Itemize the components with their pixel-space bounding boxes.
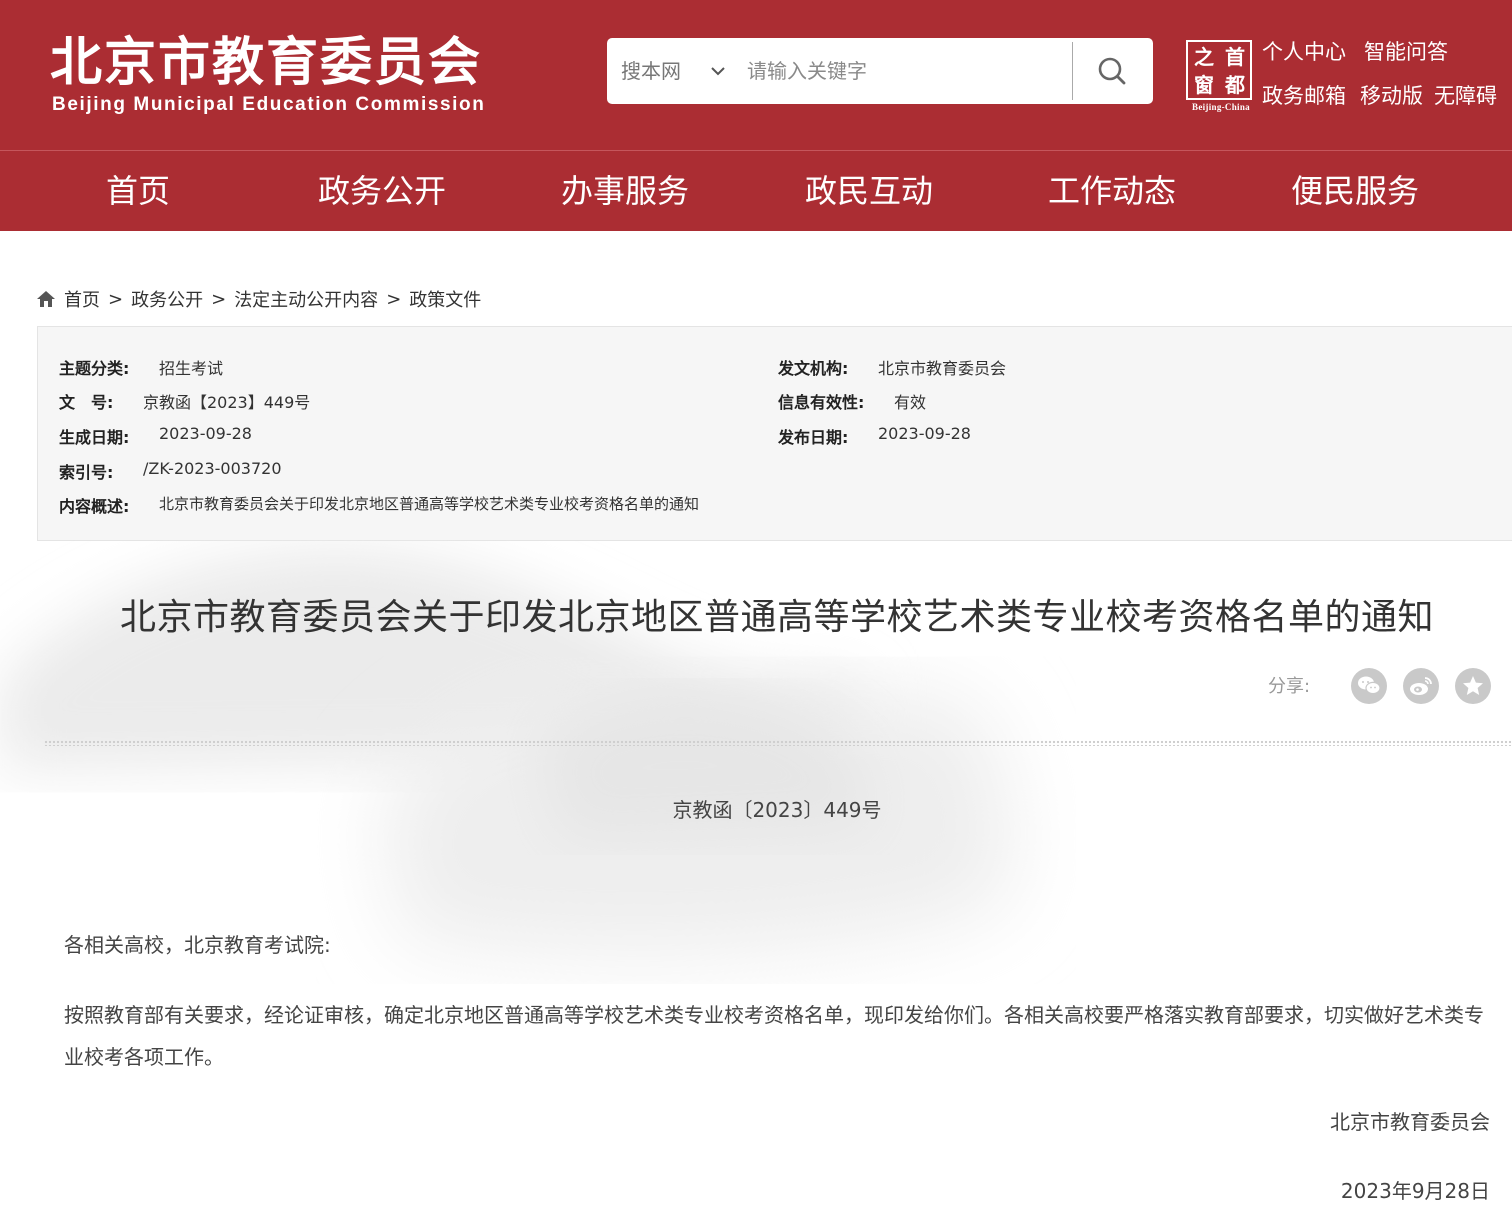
breadcrumb-gov-affairs[interactable]: 政务公开 — [131, 286, 203, 312]
summary-label: 内容概述: — [59, 497, 130, 516]
seal-char: 窗 — [1194, 73, 1214, 97]
title-divider — [44, 740, 1512, 746]
topic-value: 招生考试 — [159, 359, 224, 378]
document-metadata-panel: 主题分类: 招生考试 发文机构: 北京市教育委员会 文 号: 京教函【2023】… — [37, 326, 1512, 541]
share-label: 分享: — [1268, 676, 1311, 697]
nav-item-public-services[interactable]: 便民服务 — [1291, 151, 1419, 231]
breadcrumb-policy-docs[interactable]: 政策文件 — [409, 286, 481, 312]
weibo-share-button[interactable] — [1403, 668, 1439, 704]
article-title: 北京市教育委员会关于印发北京地区普通高等学校艺术类专业校考资格名单的通知 — [119, 597, 1434, 638]
issuer-value: 北京市教育委员会 — [878, 359, 1007, 378]
breadcrumb-home[interactable]: 首页 — [64, 286, 100, 312]
home-icon — [37, 291, 55, 307]
star-icon — [1463, 676, 1483, 695]
breadcrumb-statutory-content[interactable]: 法定主动公开内容 — [234, 286, 378, 312]
validity-value: 有效 — [894, 393, 927, 412]
signature-issuer: 北京市教育委员会 — [1330, 1110, 1490, 1134]
personal-center-link[interactable]: 个人中心 — [1262, 36, 1346, 66]
wechat-share-button[interactable] — [1351, 668, 1387, 704]
capital-window-seal-logo[interactable]: 之 首 窗 都 Beijing-China — [1186, 40, 1256, 114]
docno-label: 文 号: — [59, 393, 114, 412]
index-value: /ZK-2023-003720 — [143, 459, 282, 478]
nav-item-services[interactable]: 办事服务 — [561, 151, 689, 231]
topic-label: 主题分类: — [59, 359, 130, 378]
issuer-label: 发文机构: — [778, 359, 849, 378]
nav-item-work-news[interactable]: 工作动态 — [1048, 151, 1176, 231]
breadcrumb: 首页 > 政务公开 > 法定主动公开内容 > 政策文件 — [36, 284, 481, 314]
mobile-version-link[interactable]: 移动版 — [1360, 80, 1423, 110]
seal-english-text: Beijing-China — [1192, 102, 1250, 112]
smart-qa-link[interactable]: 智能问答 — [1364, 36, 1448, 66]
search-icon — [1098, 57, 1126, 85]
gov-mailbox-link[interactable]: 政务邮箱 — [1262, 80, 1346, 110]
seal-char: 都 — [1225, 73, 1245, 97]
created-date-label: 生成日期: — [59, 428, 130, 447]
signature-date: 2023年9月28日 — [1340, 1179, 1490, 1203]
document-number: 京教函〔2023〕449号 — [672, 798, 882, 822]
search-input[interactable] — [747, 50, 1067, 92]
site-logo-chinese[interactable]: 北京市教育委员会 — [50, 32, 482, 94]
search-divider — [1072, 42, 1073, 100]
chevron-down-icon[interactable] — [709, 62, 727, 80]
breadcrumb-separator: > — [108, 288, 124, 310]
summary-value: 北京市教育委员会关于印发北京地区普通高等学校艺术类专业校考资格名单的通知 — [159, 495, 700, 513]
nav-item-interaction[interactable]: 政民互动 — [805, 151, 933, 231]
salutation: 各相关高校，北京教育考试院: — [64, 933, 331, 957]
wechat-icon — [1358, 676, 1381, 695]
main-nav: 首页 政务公开 办事服务 政民互动 工作动态 便民服务 — [0, 150, 1512, 231]
validity-label: 信息有效性: — [778, 393, 865, 412]
seal-char: 首 — [1225, 45, 1245, 69]
breadcrumb-separator: > — [386, 288, 402, 310]
published-date-label: 发布日期: — [778, 428, 849, 447]
docno-value: 京教函【2023】449号 — [143, 393, 311, 412]
index-label: 索引号: — [59, 463, 114, 482]
nav-item-home[interactable]: 首页 — [106, 151, 170, 231]
search-box: 搜本网 — [607, 38, 1153, 104]
favorite-share-button[interactable] — [1455, 668, 1491, 704]
created-date-value: 2023-09-28 — [159, 424, 252, 443]
search-scope-select[interactable]: 搜本网 — [621, 38, 681, 104]
site-logo-english[interactable]: Beijing Municipal Education Commission — [52, 94, 485, 116]
breadcrumb-separator: > — [211, 288, 227, 310]
accessibility-link[interactable]: 无障碍 — [1434, 80, 1497, 110]
site-header: 北京市教育委员会 Beijing Municipal Education Com… — [0, 0, 1512, 150]
seal-frame: 之 首 窗 都 — [1186, 40, 1252, 100]
published-date-value: 2023-09-28 — [878, 424, 971, 443]
weibo-icon — [1410, 677, 1432, 695]
search-button[interactable] — [1087, 48, 1137, 94]
article-body-paragraph: 按照教育部有关要求，经论证审核，确定北京地区普通高等学校艺术类专业校考资格名单，… — [64, 1003, 1484, 1069]
nav-item-gov-affairs[interactable]: 政务公开 — [318, 151, 446, 231]
seal-char: 之 — [1194, 45, 1214, 69]
